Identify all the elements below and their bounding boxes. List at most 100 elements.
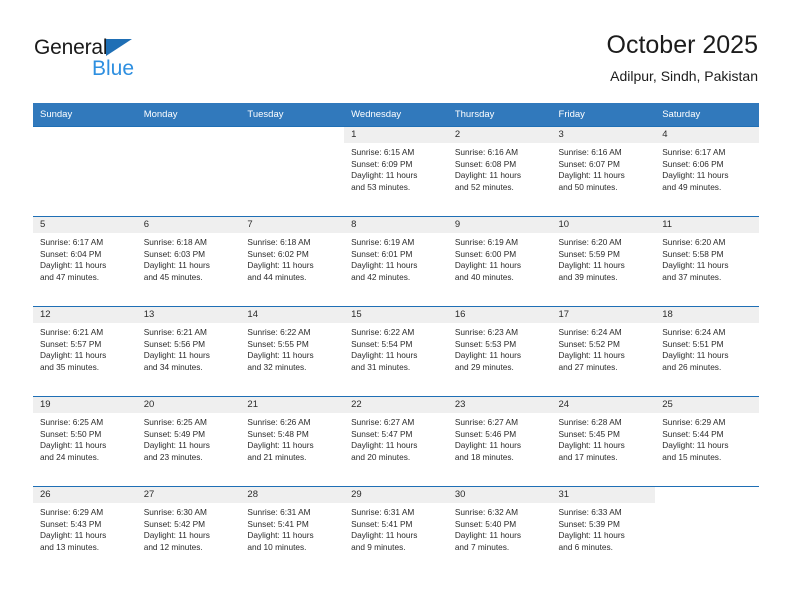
calendar-day-cell[interactable]: 21 Sunrise: 6:26 AM Sunset: 5:48 PM Dayligh…	[240, 396, 345, 487]
day-details: Sunrise: 6:26 AM Sunset: 5:48 PM Daylight:…	[240, 413, 344, 463]
calendar-day-cell[interactable]: 1 Sunrise: 6:15 AM Sunset: 6:09 PM Daylight…	[344, 126, 448, 217]
sunset-time: Sunset: 5:47 PM	[351, 428, 413, 439]
day-number: 25	[655, 397, 759, 413]
calendar-day-cell[interactable]: 26 Sunrise: 6:29 AM Sunset: 5:43 PM Dayligh…	[33, 486, 137, 577]
daylight-duration-line1: Daylight: 11 hours	[247, 260, 314, 271]
sunset-time: Sunset: 6:00 PM	[454, 248, 517, 259]
calendar-day-cell[interactable]: 28 Sunrise: 6:31 AM Sunset: 5:41 PM Dayligh…	[240, 486, 345, 577]
sunset-time: Sunset: 5:45 PM	[558, 428, 620, 439]
day-number: 5	[33, 217, 137, 233]
day-cell-inner: 2 Sunrise: 6:16 AM Sunset: 6:08 PM Daylight…	[447, 127, 552, 216]
calendar-day-cell[interactable]: 13 Sunrise: 6:21 AM Sunset: 5:56 PM Dayligh…	[136, 306, 241, 397]
day-number	[33, 127, 137, 143]
calendar-day-cell[interactable]: 8 Sunrise: 6:19 AM Sunset: 6:01 PM Daylight…	[344, 216, 448, 307]
day-details: Sunrise: 6:22 AM Sunset: 5:55 PM Daylight:…	[240, 323, 344, 373]
day-number: 13	[136, 307, 241, 323]
day-details: Sunrise: 6:25 AM Sunset: 5:50 PM Daylight:…	[33, 413, 137, 463]
calendar-day-cell[interactable]: 15 Sunrise: 6:22 AM Sunset: 5:54 PM Dayligh…	[344, 306, 448, 397]
day-cell-inner: 17 Sunrise: 6:24 AM Sunset: 5:52 PM Dayligh…	[551, 307, 656, 396]
day-cell-inner	[655, 487, 759, 577]
logo-text-blue: Blue	[92, 57, 135, 80]
sunset-time: Sunset: 5:59 PM	[558, 248, 620, 259]
day-number: 3	[551, 127, 656, 143]
sunrise-time: Sunrise: 6:23 AM	[454, 327, 518, 337]
day-cell-inner: 29 Sunrise: 6:31 AM Sunset: 5:41 PM Dayligh…	[344, 487, 448, 577]
daylight-duration-line2: and 45 minutes.	[143, 271, 203, 282]
sunset-time: Sunset: 5:43 PM	[40, 518, 102, 529]
calendar-day-cell[interactable]: 17 Sunrise: 6:24 AM Sunset: 5:52 PM Dayligh…	[551, 306, 656, 397]
day-number: 26	[33, 487, 137, 503]
day-number: 30	[447, 487, 552, 503]
day-cell-inner: 20 Sunrise: 6:25 AM Sunset: 5:49 PM Dayligh…	[136, 397, 241, 486]
day-details: Sunrise: 6:18 AM Sunset: 6:03 PM Daylight:…	[137, 233, 241, 283]
daylight-duration-line1: Daylight: 11 hours	[143, 440, 210, 451]
day-number: 7	[240, 217, 345, 233]
daylight-duration-line2: and 35 minutes.	[40, 361, 100, 372]
sunset-time: Sunset: 5:40 PM	[454, 518, 517, 529]
daylight-duration-line2: and 26 minutes.	[662, 361, 722, 372]
calendar-day-cell[interactable]: 16 Sunrise: 6:23 AM Sunset: 5:53 PM Dayligh…	[447, 306, 552, 397]
calendar-day-cell[interactable]: 4 Sunrise: 6:17 AM Sunset: 6:06 PM Daylight…	[655, 126, 759, 217]
calendar-week-row: 5 Sunrise: 6:17 AM Sunset: 6:04 PM Daylight…	[33, 216, 759, 307]
sunrise-time: Sunrise: 6:32 AM	[454, 507, 518, 517]
calendar-day-cell[interactable]: 31 Sunrise: 6:33 AM Sunset: 5:39 PM Dayligh…	[551, 486, 656, 577]
sunset-time: Sunset: 5:56 PM	[143, 338, 206, 349]
calendar-day-cell[interactable]: 27 Sunrise: 6:30 AM Sunset: 5:42 PM Dayligh…	[136, 486, 241, 577]
daylight-duration-line2: and 9 minutes.	[351, 541, 406, 552]
calendar-day-cell[interactable]: 30 Sunrise: 6:32 AM Sunset: 5:40 PM Dayligh…	[447, 486, 552, 577]
day-cell-inner: 15 Sunrise: 6:22 AM Sunset: 5:54 PM Dayligh…	[344, 307, 448, 396]
calendar-day-cell[interactable]: 19 Sunrise: 6:25 AM Sunset: 5:50 PM Dayligh…	[33, 396, 137, 487]
sunrise-time: Sunrise: 6:31 AM	[247, 507, 311, 517]
calendar-day-cell[interactable]: 11 Sunrise: 6:20 AM Sunset: 5:58 PM Dayligh…	[655, 216, 759, 307]
day-cell-inner: 13 Sunrise: 6:21 AM Sunset: 5:56 PM Dayligh…	[136, 307, 241, 396]
day-cell-inner: 5 Sunrise: 6:17 AM Sunset: 6:04 PM Daylight…	[33, 217, 137, 306]
daylight-duration-line1: Daylight: 11 hours	[454, 440, 522, 451]
calendar-day-cell[interactable]: 23 Sunrise: 6:27 AM Sunset: 5:46 PM Dayligh…	[447, 396, 552, 487]
daylight-duration-line2: and 24 minutes.	[40, 451, 100, 462]
calendar-day-cell[interactable]: 2 Sunrise: 6:16 AM Sunset: 6:08 PM Daylight…	[447, 126, 552, 217]
sunrise-time: Sunrise: 6:27 AM	[351, 417, 415, 427]
weekday-header-friday: Friday	[551, 103, 656, 127]
calendar-day-cell[interactable]: 7 Sunrise: 6:18 AM Sunset: 6:02 PM Daylight…	[240, 216, 345, 307]
sunrise-time: Sunrise: 6:28 AM	[558, 417, 622, 427]
daylight-duration-line2: and 39 minutes.	[558, 271, 618, 282]
daylight-duration-line2: and 47 minutes.	[40, 271, 100, 282]
day-details: Sunrise: 6:19 AM Sunset: 6:01 PM Daylight:…	[344, 233, 448, 283]
calendar-day-cell[interactable]: 29 Sunrise: 6:31 AM Sunset: 5:41 PM Dayligh…	[344, 486, 448, 577]
sunset-time: Sunset: 5:52 PM	[558, 338, 620, 349]
calendar-week-row: 12 Sunrise: 6:21 AM Sunset: 5:57 PM Dayligh…	[33, 306, 759, 397]
sunrise-time: Sunrise: 6:33 AM	[558, 507, 622, 517]
calendar-day-cell[interactable]: 9 Sunrise: 6:19 AM Sunset: 6:00 PM Daylight…	[447, 216, 552, 307]
page-title: October 2025	[606, 31, 759, 59]
calendar-day-cell[interactable]: 14 Sunrise: 6:22 AM Sunset: 5:55 PM Dayligh…	[240, 306, 345, 397]
daylight-duration-line2: and 15 minutes.	[662, 451, 722, 462]
calendar-day-cell[interactable]: 20 Sunrise: 6:25 AM Sunset: 5:49 PM Dayligh…	[136, 396, 241, 487]
calendar-day-cell[interactable]: 22 Sunrise: 6:27 AM Sunset: 5:47 PM Dayligh…	[344, 396, 448, 487]
day-number: 19	[33, 397, 137, 413]
day-number: 18	[655, 307, 759, 323]
calendar-day-cell[interactable]: 6 Sunrise: 6:18 AM Sunset: 6:03 PM Daylight…	[136, 216, 241, 307]
calendar-day-cell[interactable]: 5 Sunrise: 6:17 AM Sunset: 6:04 PM Daylight…	[33, 216, 137, 307]
sunset-time: Sunset: 5:49 PM	[143, 428, 206, 439]
sunset-time: Sunset: 5:53 PM	[454, 338, 517, 349]
calendar-day-cell[interactable]: 25 Sunrise: 6:29 AM Sunset: 5:44 PM Dayligh…	[655, 396, 759, 487]
daylight-duration-line2: and 49 minutes.	[662, 181, 722, 192]
calendar-header-row: Sunday Monday Tuesday Wednesday Thursday…	[33, 103, 759, 127]
calendar-day-cell[interactable]: 18 Sunrise: 6:24 AM Sunset: 5:51 PM Dayligh…	[655, 306, 759, 397]
calendar-week-row: 19 Sunrise: 6:25 AM Sunset: 5:50 PM Dayligh…	[33, 396, 759, 487]
day-number: 28	[240, 487, 345, 503]
sunset-time: Sunset: 6:04 PM	[40, 248, 102, 259]
calendar-day-cell[interactable]: 10 Sunrise: 6:20 AM Sunset: 5:59 PM Dayligh…	[551, 216, 656, 307]
daylight-duration-line1: Daylight: 11 hours	[351, 260, 418, 271]
daylight-duration-line1: Daylight: 11 hours	[351, 170, 418, 181]
day-number: 23	[447, 397, 552, 413]
calendar-day-cell[interactable]: 3 Sunrise: 6:16 AM Sunset: 6:07 PM Daylight…	[551, 126, 656, 217]
calendar-day-cell[interactable]: 24 Sunrise: 6:28 AM Sunset: 5:45 PM Dayligh…	[551, 396, 656, 487]
day-number: 15	[344, 307, 448, 323]
calendar-day-cell[interactable]: 12 Sunrise: 6:21 AM Sunset: 5:57 PM Dayligh…	[33, 306, 137, 397]
daylight-duration-line2: and 23 minutes.	[143, 451, 203, 462]
day-number	[655, 487, 759, 503]
daylight-duration-line2: and 31 minutes.	[351, 361, 411, 372]
daylight-duration-line1: Daylight: 11 hours	[558, 260, 625, 271]
sunrise-time: Sunrise: 6:18 AM	[247, 237, 311, 247]
